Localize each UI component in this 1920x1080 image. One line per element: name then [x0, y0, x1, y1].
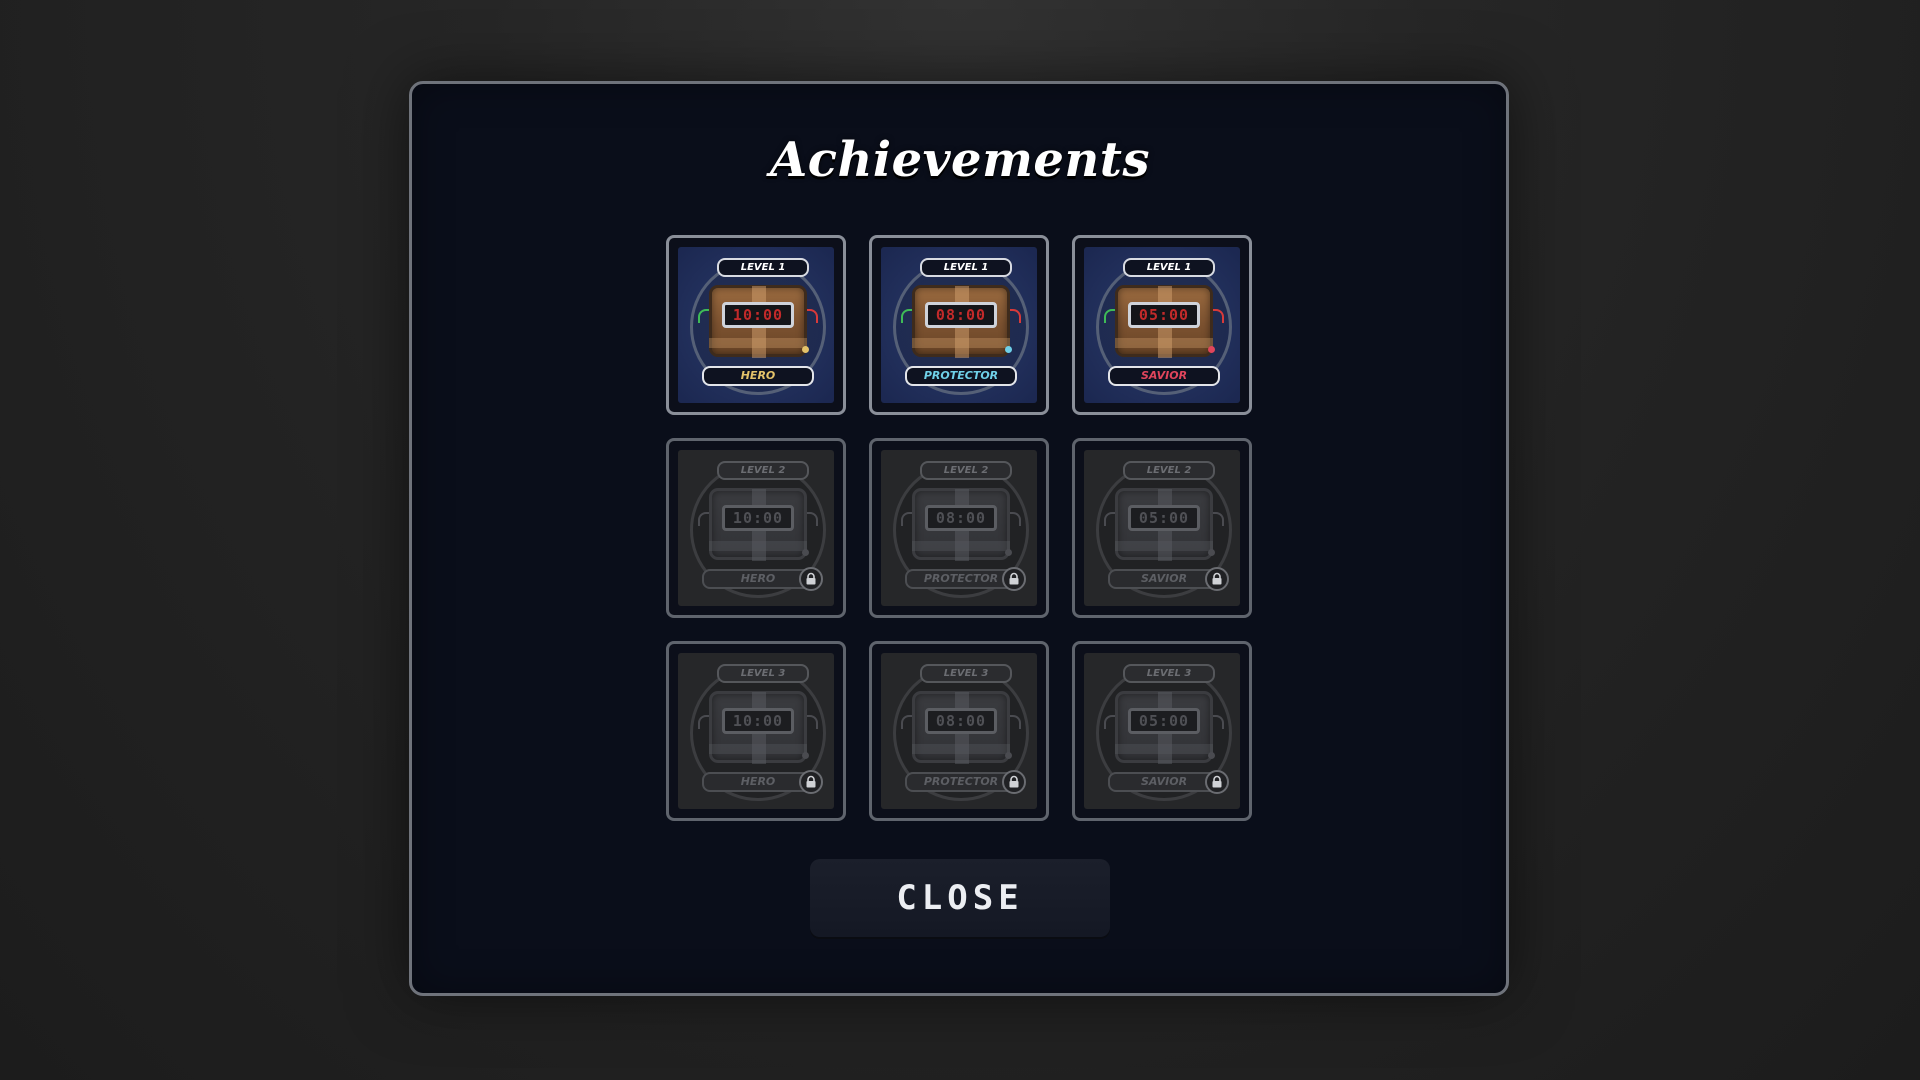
- achievement-badge: LEVEL 3 10:00 HERO: [678, 653, 834, 809]
- bomb-timer-icon: 05:00: [1115, 691, 1213, 764]
- bomb-timer-icon: 10:00: [709, 285, 807, 358]
- red-wire-icon: [806, 715, 818, 729]
- achievement-name: HERO: [702, 366, 814, 386]
- achievement-badge: LEVEL 3 08:00 PROTECTOR: [881, 653, 1037, 809]
- red-wire-icon: [1009, 512, 1021, 526]
- achievement-card[interactable]: LEVEL 3 08:00 PROTECTOR: [869, 641, 1049, 821]
- achievement-name: PROTECTOR: [905, 366, 1017, 386]
- bomb-timer-icon: 05:00: [1115, 488, 1213, 561]
- level-label: LEVEL 1: [1123, 258, 1215, 277]
- level-label: LEVEL 3: [920, 664, 1012, 683]
- padlock-icon: [1002, 770, 1026, 794]
- close-button[interactable]: CLOSE: [810, 859, 1110, 937]
- level-label: LEVEL 2: [920, 461, 1012, 480]
- bomb-timer-icon: 08:00: [912, 488, 1010, 561]
- timer-display: 08:00: [925, 302, 997, 328]
- level-label: LEVEL 2: [1123, 461, 1215, 480]
- achievement-name: SAVIOR: [1108, 772, 1220, 792]
- achievement-card[interactable]: LEVEL 2 10:00 HERO: [666, 438, 846, 618]
- red-wire-icon: [1009, 309, 1021, 323]
- achievement-badge: LEVEL 2 10:00 HERO: [678, 450, 834, 606]
- timer-display: 08:00: [925, 708, 997, 734]
- achievement-badge: LEVEL 2 08:00 PROTECTOR: [881, 450, 1037, 606]
- achievement-card[interactable]: LEVEL 1 05:00 SAVIOR: [1072, 235, 1252, 415]
- timer-display: 08:00: [925, 505, 997, 531]
- red-wire-icon: [1009, 715, 1021, 729]
- red-wire-icon: [1212, 512, 1224, 526]
- red-wire-icon: [1212, 309, 1224, 323]
- achievement-name: PROTECTOR: [905, 772, 1017, 792]
- indicator-light-icon: [1208, 549, 1215, 556]
- timer-display: 05:00: [1128, 708, 1200, 734]
- achievement-badge: LEVEL 3 05:00 SAVIOR: [1084, 653, 1240, 809]
- padlock-icon: [1002, 567, 1026, 591]
- achievement-card[interactable]: LEVEL 1 10:00 HERO: [666, 235, 846, 415]
- achievement-grid: LEVEL 1 10:00 HERO LEVEL 1 08:00 PROTECTOR LEV…: [666, 235, 1254, 821]
- achievement-name: SAVIOR: [1108, 366, 1220, 386]
- indicator-light-icon: [802, 346, 809, 353]
- achievement-name: PROTECTOR: [905, 569, 1017, 589]
- level-label: LEVEL 1: [920, 258, 1012, 277]
- achievement-name: HERO: [702, 569, 814, 589]
- timer-display: 05:00: [1128, 505, 1200, 531]
- bomb-timer-icon: 10:00: [709, 691, 807, 764]
- red-wire-icon: [806, 512, 818, 526]
- padlock-icon: [1205, 567, 1229, 591]
- bomb-timer-icon: 10:00: [709, 488, 807, 561]
- bomb-timer-icon: 05:00: [1115, 285, 1213, 358]
- achievement-name: SAVIOR: [1108, 569, 1220, 589]
- level-label: LEVEL 3: [1123, 664, 1215, 683]
- timer-display: 05:00: [1128, 302, 1200, 328]
- indicator-light-icon: [1005, 549, 1012, 556]
- indicator-light-icon: [1208, 752, 1215, 759]
- indicator-light-icon: [1005, 752, 1012, 759]
- timer-display: 10:00: [722, 708, 794, 734]
- level-label: LEVEL 3: [717, 664, 809, 683]
- timer-display: 10:00: [722, 302, 794, 328]
- padlock-icon: [1205, 770, 1229, 794]
- achievement-badge: LEVEL 1 05:00 SAVIOR: [1084, 247, 1240, 403]
- achievement-card[interactable]: LEVEL 1 08:00 PROTECTOR: [869, 235, 1049, 415]
- indicator-light-icon: [802, 752, 809, 759]
- achievement-name: HERO: [702, 772, 814, 792]
- indicator-light-icon: [1208, 346, 1215, 353]
- timer-display: 10:00: [722, 505, 794, 531]
- indicator-light-icon: [1005, 346, 1012, 353]
- indicator-light-icon: [802, 549, 809, 556]
- achievement-card[interactable]: LEVEL 3 10:00 HERO: [666, 641, 846, 821]
- level-label: LEVEL 2: [717, 461, 809, 480]
- padlock-icon: [799, 567, 823, 591]
- red-wire-icon: [1212, 715, 1224, 729]
- bomb-timer-icon: 08:00: [912, 285, 1010, 358]
- red-wire-icon: [806, 309, 818, 323]
- achievement-card[interactable]: LEVEL 2 05:00 SAVIOR: [1072, 438, 1252, 618]
- achievement-card[interactable]: LEVEL 3 05:00 SAVIOR: [1072, 641, 1252, 821]
- achievement-card[interactable]: LEVEL 2 08:00 PROTECTOR: [869, 438, 1049, 618]
- bomb-timer-icon: 08:00: [912, 691, 1010, 764]
- modal-title: Achievements: [770, 132, 1150, 188]
- achievement-badge: LEVEL 2 05:00 SAVIOR: [1084, 450, 1240, 606]
- padlock-icon: [799, 770, 823, 794]
- achievement-badge: LEVEL 1 10:00 HERO: [678, 247, 834, 403]
- level-label: LEVEL 1: [717, 258, 809, 277]
- achievement-badge: LEVEL 1 08:00 PROTECTOR: [881, 247, 1037, 403]
